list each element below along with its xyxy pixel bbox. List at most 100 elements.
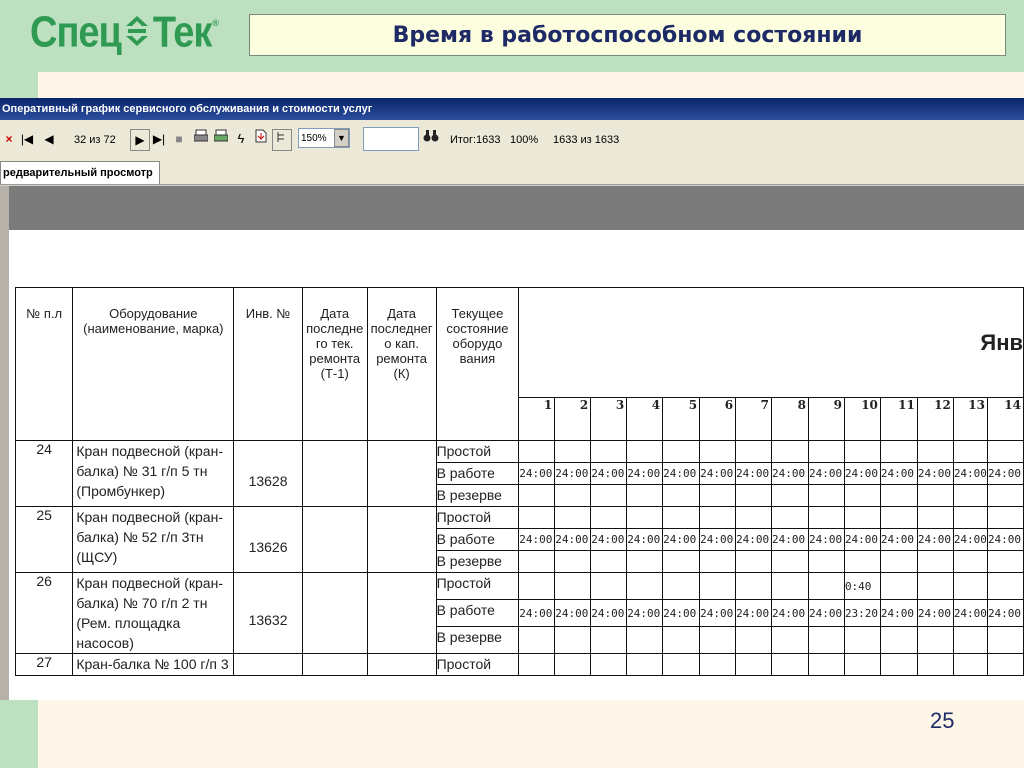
day-value-cell [986, 484, 1024, 507]
day-header: 14 [986, 397, 1024, 441]
close-button[interactable]: × [0, 129, 18, 149]
day-value-cell: 24:00 [554, 462, 592, 485]
day-value-cell [807, 626, 845, 654]
day-value-cell: 24:00 [879, 528, 918, 551]
day-value-cell [807, 484, 845, 507]
day-value-cell [807, 653, 845, 676]
day-value-cell: 24:00 [843, 528, 881, 551]
day-value-cell: 24:00 [916, 462, 954, 485]
day-value-cell [916, 653, 954, 676]
document-header-bar [9, 186, 1024, 230]
day-value-cell [952, 506, 988, 529]
day-value-cell [626, 484, 664, 507]
day-value-cell: 24:00 [952, 599, 988, 627]
header-month: Янв [518, 287, 1024, 398]
day-header: 12 [916, 397, 954, 441]
day-value-cell [952, 626, 988, 654]
day-value-cell [662, 484, 701, 507]
day-value-cell [518, 626, 556, 654]
row-status-label: Простой [435, 653, 520, 676]
day-value-cell [735, 572, 773, 600]
next-page-button[interactable]: ▶ [130, 129, 150, 151]
percent-label: 100% [510, 134, 539, 146]
day-value-cell [807, 550, 845, 573]
print-setup-icon[interactable] [212, 129, 230, 149]
row-date-t1 [301, 440, 368, 507]
day-value-cell: 24:00 [518, 599, 556, 627]
day-value-cell [916, 572, 954, 600]
day-value-cell [590, 572, 628, 600]
day-value-cell: 24:00 [807, 528, 845, 551]
tree-view-icon[interactable] [272, 129, 292, 151]
day-value-cell [952, 653, 988, 676]
tab-preview[interactable]: редварительный просмотр [0, 161, 160, 184]
table-header-row: № п.л Оборудование (наименование, марка)… [14, 287, 1024, 441]
row-date-k [366, 506, 437, 573]
prev-page-button[interactable]: ◀ [40, 129, 58, 149]
day-value-cell: 24:00 [518, 528, 556, 551]
row-status-label: В резерве [435, 626, 520, 654]
day-value-cell: 24:00 [662, 528, 701, 551]
day-value-cell [879, 484, 918, 507]
day-value-cell [843, 506, 881, 529]
row-equipment: Кран подвесной (кран-балка) № 31 г/п 5 т… [72, 440, 235, 507]
day-value-cell [986, 653, 1024, 676]
day-value-cell: 24:00 [626, 462, 664, 485]
first-page-button[interactable]: |◀ [18, 129, 36, 149]
row-status-label: В работе [435, 462, 520, 485]
day-value-cell [699, 484, 737, 507]
day-value-cell: 24:00 [771, 599, 809, 627]
row-status-label: Простой [435, 440, 520, 463]
day-value-cell: 24:00 [662, 599, 701, 627]
day-value-cell [699, 626, 737, 654]
day-value-cell [626, 626, 664, 654]
day-value-cell [771, 626, 809, 654]
day-value-cell [879, 626, 918, 654]
row-date-k [366, 653, 437, 676]
day-value-cell [662, 626, 701, 654]
day-value-cell: 24:00 [735, 528, 773, 551]
day-value-cell [590, 440, 628, 463]
day-value-cell: 24:00 [952, 462, 988, 485]
day-value-cell [916, 440, 954, 463]
stop-button[interactable]: ■ [170, 129, 188, 149]
table-row: 25 Кран подвесной (кран-балка) № 52 г/п 3… [14, 506, 1024, 573]
binoculars-icon[interactable] [422, 129, 440, 149]
day-value-cell [879, 440, 918, 463]
logo-registered-mark: ® [212, 18, 220, 28]
day-value-cell: 24:00 [986, 528, 1024, 551]
last-page-button[interactable]: ▶| [150, 129, 168, 149]
day-value-cell: 23:20 [843, 599, 881, 627]
day-value-cell [916, 626, 954, 654]
day-value-cell [916, 550, 954, 573]
window-title: Оперативный график сервисного обслуживан… [2, 103, 373, 115]
row-status-label: Простой [435, 572, 520, 600]
day-value-cell: 24:00 [952, 528, 988, 551]
service-schedule-table: № п.л Оборудование (наименование, марка)… [14, 287, 1024, 676]
row-equipment: Кран подвесной (кран-балка) № 52 г/п 3тн… [72, 506, 235, 573]
row-date-k [366, 572, 437, 654]
day-value-cell [986, 626, 1024, 654]
logo-text-part1: Спец [30, 8, 122, 57]
day-header: 3 [590, 397, 628, 441]
day-value-cell: 24:00 [735, 599, 773, 627]
row-num: 24 [14, 440, 74, 507]
search-input[interactable] [363, 127, 419, 151]
tab-bar: редварительный просмотр [0, 160, 1024, 185]
export-file-icon[interactable] [252, 129, 270, 149]
day-value-cell [735, 653, 773, 676]
day-value-cell [952, 550, 988, 573]
day-value-cell [771, 653, 809, 676]
day-value-cell [554, 653, 592, 676]
row-inv [233, 653, 303, 676]
chevron-down-icon[interactable]: ▼ [334, 129, 349, 147]
export-lightning-icon[interactable]: ϟ [232, 129, 250, 149]
print-icon[interactable] [192, 129, 210, 149]
day-header: 1 [518, 397, 556, 441]
day-value-cell [699, 506, 737, 529]
day-value-cell [916, 506, 954, 529]
day-value-cell [771, 440, 809, 463]
day-value-cell: 24:00 [554, 599, 592, 627]
day-value-cell [986, 550, 1024, 573]
header-num: № п.л [14, 287, 74, 441]
